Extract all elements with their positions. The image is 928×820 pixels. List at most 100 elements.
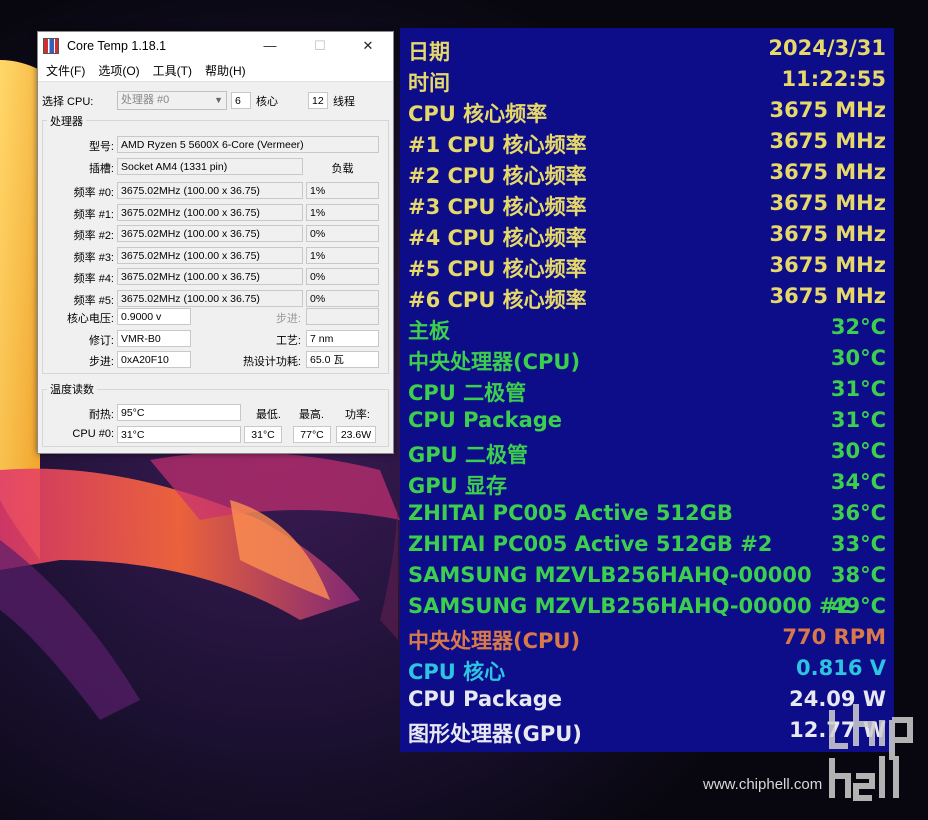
- sensor-row: #4 CPU 核心频率 3675 MHz: [400, 219, 894, 250]
- min-label: 最低.: [255, 409, 281, 421]
- sensor-name: 中央处理器(CPU): [408, 629, 581, 653]
- tjmax-label: 耐热:: [88, 409, 114, 421]
- minimize-button[interactable]: —: [245, 32, 295, 59]
- stepping-value: [306, 308, 379, 325]
- core-load-value: 1%: [306, 182, 379, 199]
- sensor-name: #1 CPU 核心频率: [408, 133, 587, 157]
- sensor-row: #6 CPU 核心频率 3675 MHz: [400, 281, 894, 312]
- sensor-value: 33°C: [830, 532, 886, 556]
- freq-label: 频率 #1:: [73, 208, 114, 221]
- sensor-row: CPU 核心频率 3675 MHz: [400, 95, 894, 126]
- freq-label: 频率 #4:: [73, 273, 114, 285]
- cpu0-power: 23.6W: [336, 426, 376, 443]
- sensor-row: GPU 二极管 30°C: [400, 436, 894, 467]
- sensor-row: CPU Package 24.09 W: [400, 684, 894, 715]
- chevron-down-icon: ▼: [214, 95, 223, 105]
- sensor-value: 38°C: [830, 563, 886, 587]
- sensor-row: SAMSUNG MZVLB256HAHQ-00000 38°C: [400, 560, 894, 591]
- freq-value: 3675.02MHz (100.00 x 36.75): [117, 203, 303, 221]
- core-load-value: 1%: [306, 203, 379, 221]
- vcore-value: 0.9000 v: [117, 308, 191, 325]
- menu-bar: 文件(F) 选项(O) 工具(T) 帮助(H): [38, 59, 393, 82]
- sensor-value: 3675 MHz: [769, 253, 886, 277]
- sensor-name: CPU 核心: [408, 660, 506, 684]
- model-label: 型号:: [88, 141, 114, 153]
- core-temp-window: Core Temp 1.18.1 — ☐ ✕ 文件(F) 选项(O) 工具(T)…: [37, 31, 394, 454]
- process-value: 7 nm: [306, 330, 379, 347]
- select-cpu-label: 选择 CPU:: [42, 96, 94, 108]
- sensor-row: 中央处理器(CPU) 30°C: [400, 343, 894, 374]
- sensor-value: 30°C: [830, 346, 886, 370]
- window-title: Core Temp 1.18.1: [67, 38, 167, 53]
- sensor-value: 32°C: [830, 315, 886, 339]
- sensor-row: #1 CPU 核心频率 3675 MHz: [400, 126, 894, 157]
- menu-file[interactable]: 文件(F): [41, 62, 90, 79]
- threads-label: 线程: [333, 96, 355, 108]
- revision-value: VMR-B0: [117, 330, 191, 347]
- sensor-name: 时间: [408, 71, 450, 95]
- sensor-name: ZHITAI PC005 Active 512GB #2: [408, 532, 773, 556]
- sensor-value: 3675 MHz: [769, 284, 886, 308]
- sensor-value: 0.816 V: [796, 656, 886, 680]
- sensor-row: GPU 显存 34°C: [400, 467, 894, 498]
- close-button[interactable]: ✕: [343, 32, 393, 59]
- sensor-row: ZHITAI PC005 Active 512GB #2 33°C: [400, 529, 894, 560]
- cpu0-temp: 31°C: [117, 426, 241, 443]
- sensor-name: 主板: [408, 319, 450, 343]
- sensor-value: 3675 MHz: [769, 191, 886, 215]
- freq-value: 3675.02MHz (100.00 x 36.75): [117, 289, 303, 307]
- sensor-value: 3675 MHz: [769, 98, 886, 122]
- sensor-row: #5 CPU 核心频率 3675 MHz: [400, 250, 894, 281]
- freq-label: 频率 #3:: [73, 251, 114, 264]
- sensor-name: CPU Package: [408, 687, 563, 711]
- sensor-row: CPU 二极管 31°C: [400, 374, 894, 405]
- sensor-name: #4 CPU 核心频率: [408, 226, 587, 250]
- cpu0-max: 77°C: [293, 426, 331, 443]
- sensor-name: #5 CPU 核心频率: [408, 257, 587, 281]
- sensor-name: 日期: [408, 40, 450, 64]
- sensor-row: 主板 32°C: [400, 312, 894, 343]
- sensor-value: 11:22:55: [781, 67, 886, 91]
- sensor-name: #2 CPU 核心频率: [408, 164, 587, 188]
- sensor-row: CPU 核心 0.816 V: [400, 653, 894, 684]
- sensor-value: 770 RPM: [782, 625, 886, 649]
- sensor-name: 图形处理器(GPU): [408, 722, 582, 746]
- sensor-name: #3 CPU 核心频率: [408, 195, 587, 219]
- core-temp-app-icon: [43, 37, 59, 54]
- cores-label: 核心: [256, 96, 278, 108]
- core-load-value: 1%: [306, 246, 379, 264]
- sensor-value: 36°C: [830, 501, 886, 525]
- sensor-row: 时间 11:22:55: [400, 64, 894, 95]
- sensor-value: 31°C: [830, 408, 886, 432]
- cores-count: 6: [231, 92, 251, 109]
- model-value: AMD Ryzen 5 5600X 6-Core (Vermeer): [117, 136, 379, 153]
- freq-value: 3675.02MHz (100.00 x 36.75): [117, 246, 303, 264]
- menu-tools[interactable]: 工具(T): [148, 62, 197, 79]
- core-load-value: 0%: [306, 225, 379, 242]
- socket-label: 插槽:: [88, 163, 114, 175]
- sensor-name: CPU 核心频率: [408, 102, 548, 126]
- tjmax-value: 95°C: [117, 404, 241, 421]
- sensor-name: CPU 二极管: [408, 381, 527, 405]
- freq-label: 频率 #2:: [73, 230, 114, 242]
- processor-group-label: 处理器: [47, 113, 86, 129]
- revision-label: 修订:: [88, 335, 114, 347]
- socket-value: Socket AM4 (1331 pin): [117, 158, 303, 175]
- window-titlebar[interactable]: Core Temp 1.18.1 — ☐ ✕: [38, 32, 393, 59]
- freq-value: 3675.02MHz (100.00 x 36.75): [117, 268, 303, 285]
- sensor-value: 2024/3/31: [768, 36, 886, 60]
- sensor-name: GPU 二极管: [408, 443, 528, 467]
- sensor-value: 3675 MHz: [769, 222, 886, 246]
- cpu-select-value: 处理器 #0: [121, 94, 170, 106]
- maximize-button: ☐: [314, 37, 326, 53]
- core-load-value: 0%: [306, 289, 379, 307]
- menu-help[interactable]: 帮助(H): [200, 62, 251, 79]
- sensor-row: 图形处理器(GPU) 12.77 W: [400, 715, 894, 746]
- menu-options[interactable]: 选项(O): [93, 62, 144, 79]
- sensor-value: 30°C: [830, 439, 886, 463]
- freq-value: 3675.02MHz (100.00 x 36.75): [117, 225, 303, 242]
- sensor-name: ZHITAI PC005 Active 512GB: [408, 501, 733, 525]
- sensor-row: #2 CPU 核心频率 3675 MHz: [400, 157, 894, 188]
- sensor-name: #6 CPU 核心频率: [408, 288, 587, 312]
- sensor-row: ZHITAI PC005 Active 512GB 36°C: [400, 498, 894, 529]
